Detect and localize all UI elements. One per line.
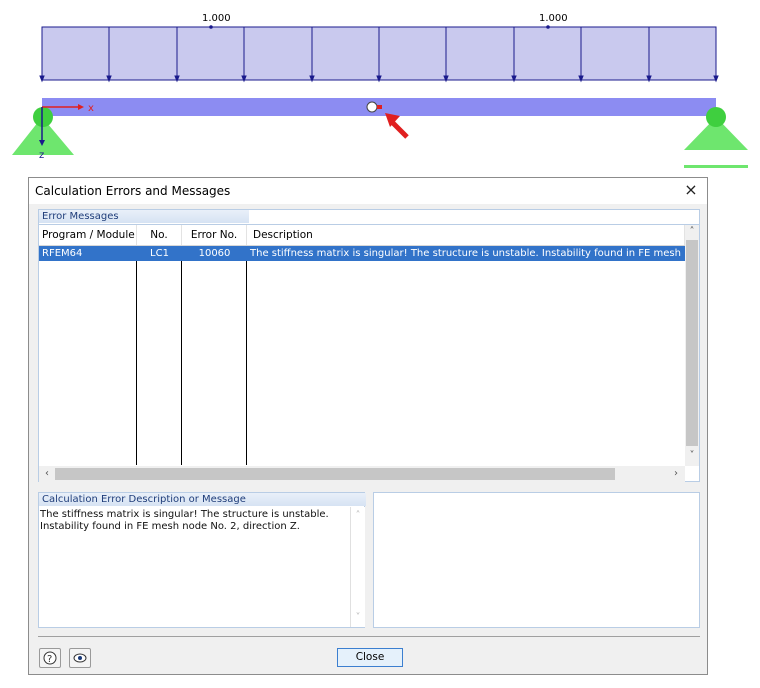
dialog-title: Calculation Errors and Messages <box>35 184 231 198</box>
error-messages-group: Error Messages Program / Module No. Erro… <box>38 209 700 482</box>
close-icon[interactable]: × <box>681 180 701 200</box>
column-header-program[interactable]: Program / Module <box>39 225 137 245</box>
error-description-group: Calculation Error Description or Message… <box>38 492 366 628</box>
load-value-right: 1.000 <box>539 13 568 24</box>
load-value-left: 1.000 <box>202 13 231 24</box>
column-header-error-no[interactable]: Error No. <box>182 225 247 245</box>
hinge-node[interactable] <box>366 101 378 113</box>
scroll-left-icon[interactable]: ‹ <box>40 467 54 481</box>
desc-scroll-up-icon[interactable]: ˄ <box>351 509 365 523</box>
divider <box>38 636 700 637</box>
help-button[interactable]: ? <box>39 648 61 668</box>
title-bar: Calculation Errors and Messages × <box>29 178 707 204</box>
horizontal-scroll-thumb[interactable] <box>55 468 615 480</box>
axis-z-label: z <box>39 150 44 161</box>
structure-view: 1.000 1.000 x z <box>12 13 748 168</box>
cell-description: The stiffness matrix is singular! The st… <box>250 248 685 259</box>
table-row[interactable]: RFEM64 LC1 10060 The stiffness matrix is… <box>39 246 685 261</box>
close-button[interactable]: Close <box>337 648 403 667</box>
error-messages-header: Error Messages <box>39 210 249 223</box>
desc-scroll-down-icon[interactable]: ˅ <box>351 611 365 625</box>
cell-program: RFEM64 <box>42 248 83 259</box>
eye-icon <box>73 653 87 663</box>
scroll-up-icon[interactable]: ˄ <box>685 225 699 239</box>
calculation-errors-dialog: Calculation Errors and Messages × Error … <box>28 177 708 675</box>
details-panel <box>373 492 700 628</box>
axis-x-label: x <box>88 103 94 114</box>
column-header-description[interactable]: Description <box>247 225 685 245</box>
error-description-text: The stiffness matrix is singular! The st… <box>40 509 329 532</box>
red-arrow-icon <box>385 113 409 139</box>
vertical-scrollbar[interactable]: ˄ ˅ <box>685 225 699 466</box>
error-table: Program / Module No. Error No. Descripti… <box>39 224 699 483</box>
horizontal-scrollbar[interactable]: ‹ › <box>39 466 685 482</box>
error-description-header: Calculation Error Description or Message <box>39 493 366 506</box>
cell-no: LC1 <box>150 248 169 259</box>
help-icon: ? <box>43 651 57 665</box>
vertical-scroll-thumb[interactable] <box>686 240 698 446</box>
scroll-down-icon[interactable]: ˅ <box>685 449 699 463</box>
scroll-right-icon[interactable]: › <box>669 467 683 481</box>
svg-text:?: ? <box>47 654 52 665</box>
view-button[interactable] <box>69 648 91 668</box>
description-scrollbar[interactable]: ˄ ˅ <box>350 507 365 627</box>
column-header-no[interactable]: No. <box>137 225 182 245</box>
cell-error-no: 10060 <box>198 248 231 259</box>
